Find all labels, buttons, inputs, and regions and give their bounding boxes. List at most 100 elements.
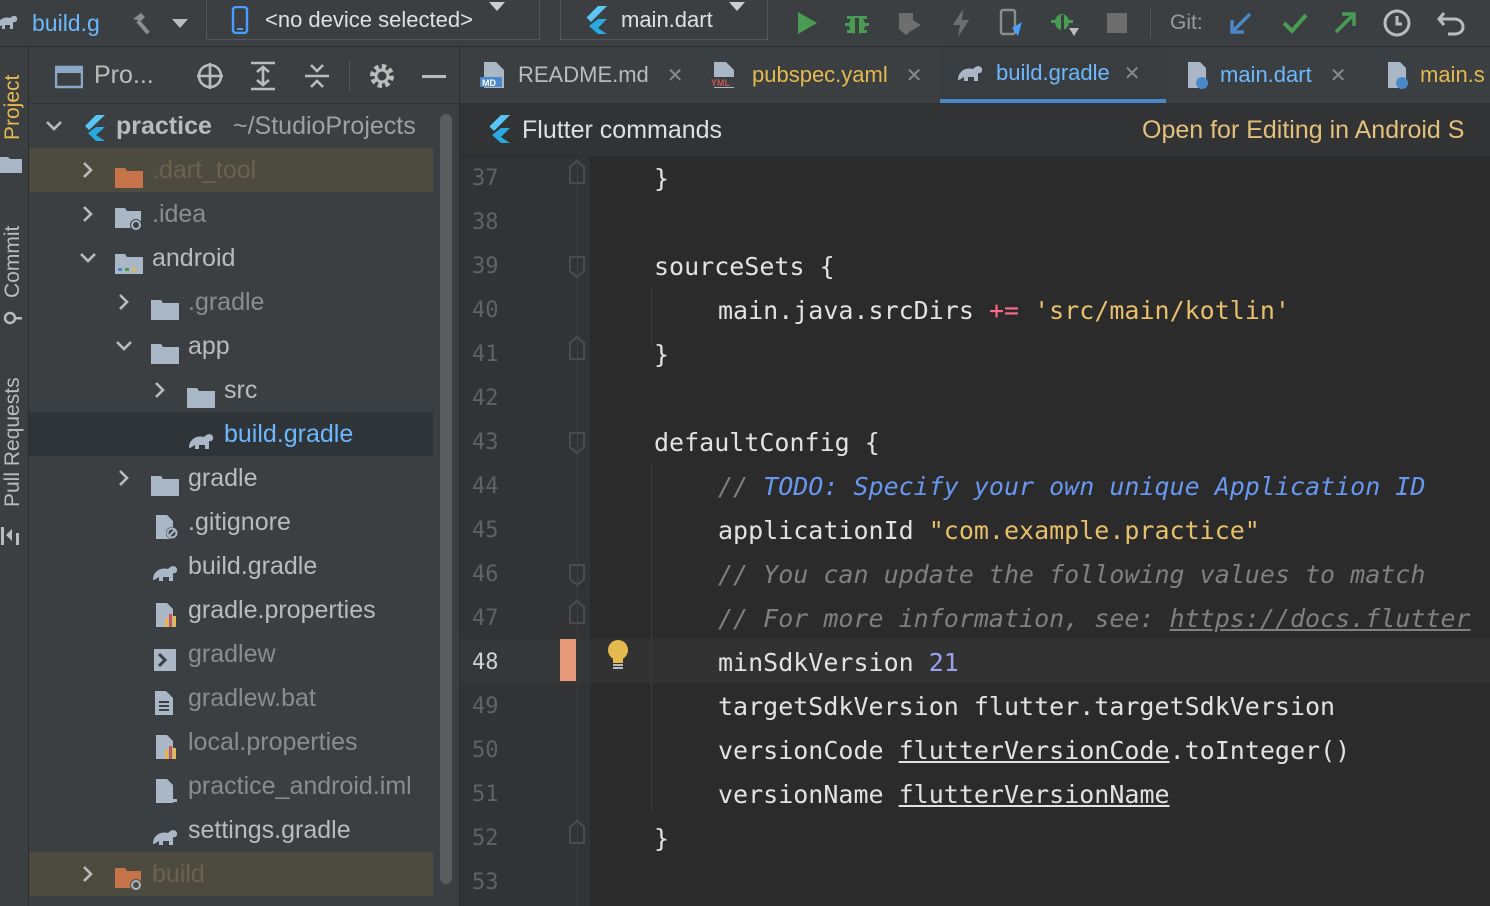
tab-pubspec[interactable]: YML pubspec.yaml ✕ — [710, 47, 923, 103]
tree-item-app-build-gradle[interactable]: build.gradle — [29, 412, 433, 456]
chevron-right-icon[interactable] — [77, 852, 99, 896]
open-in-android-studio-link[interactable]: Open for Editing in Android S — [1142, 104, 1464, 156]
chevron-right-icon[interactable] — [113, 280, 135, 324]
close-icon[interactable]: ✕ — [1124, 61, 1141, 86]
chevron-right-icon[interactable] — [77, 192, 99, 236]
chevron-down-icon[interactable] — [113, 324, 135, 368]
tab-build-gradle[interactable]: build.gradle ✕ — [940, 47, 1166, 103]
chevron-right-icon[interactable] — [113, 456, 135, 500]
tree-item-android-build-gradle[interactable]: build.gradle — [29, 544, 433, 588]
current-file-breadcrumb[interactable]: build.g — [32, 0, 100, 46]
git-update-arrow-icon[interactable] — [1224, 6, 1258, 40]
debug-bug-icon[interactable] — [840, 6, 874, 40]
scrollbar-thumb[interactable] — [440, 114, 452, 884]
chevron-right-icon[interactable] — [77, 148, 99, 192]
git-commit-check-icon[interactable] — [1278, 6, 1312, 40]
code-line-48[interactable]: minSdkVersion 21 — [718, 641, 959, 685]
tree-item-practice-android-iml[interactable]: practice_android.iml — [29, 764, 433, 808]
tree-item-local-properties[interactable]: local.properties — [29, 720, 433, 764]
tool-tab-project[interactable]: Project — [0, 57, 27, 157]
tree-item-app[interactable]: app — [29, 324, 433, 368]
code-line-39[interactable]: sourceSets { — [654, 245, 835, 289]
close-icon[interactable]: ✕ — [906, 63, 923, 88]
code-line-45[interactable]: applicationId "com.example.practice" — [718, 509, 1260, 553]
tree-item-dart-tool[interactable]: .dart_tool — [29, 148, 433, 192]
code-token: .toInteger() — [1169, 736, 1351, 765]
code-token: minSdkVersion — [718, 648, 929, 677]
code-line-50[interactable]: versionCode flutterVersionCode.toInteger… — [718, 729, 1350, 773]
attach-debugger-icon[interactable] — [1048, 6, 1082, 40]
hot-reload-lightning-icon[interactable] — [944, 6, 978, 40]
tree-item-build[interactable]: build — [29, 852, 433, 896]
collapse-all-icon[interactable] — [303, 61, 331, 96]
code-editor[interactable]: 37 38 39 40 41 42 43 44 45 46 47 48 49 5… — [460, 157, 1490, 906]
line-number: 49 — [472, 694, 499, 719]
close-icon[interactable]: ✕ — [1330, 63, 1347, 88]
apply-changes-device-icon[interactable] — [994, 6, 1028, 40]
device-selector-label: <no device selected> — [265, 6, 473, 32]
code-line-37[interactable]: } — [654, 157, 669, 201]
tree-item-src[interactable]: src — [29, 368, 433, 412]
code-link[interactable]: https://docs.flutter — [1170, 604, 1471, 633]
editor-tabs: MD README.md ✕ YML pubspec.yaml ✕ build.… — [460, 47, 1490, 104]
gear-icon[interactable] — [367, 61, 397, 96]
tool-tab-pull-requests[interactable]: Pull Requests — [0, 367, 27, 517]
tree-item-settings-gradle[interactable]: settings.gradle — [29, 808, 433, 852]
tree-item-gradlew[interactable]: gradlew — [29, 632, 433, 676]
close-icon[interactable]: ✕ — [667, 63, 684, 88]
git-push-arrow-icon[interactable] — [1328, 6, 1362, 40]
code-token: } — [654, 164, 670, 193]
main-toolbar: build.g <no device selected> main.dart G… — [0, 0, 1490, 47]
line-number: 53 — [472, 870, 499, 895]
tree-item-gitignore[interactable]: .gitignore — [29, 500, 433, 544]
properties-file-icon — [153, 598, 179, 627]
tree-item-gradle-properties[interactable]: gradle.properties — [29, 588, 433, 632]
tree-item-label: app — [188, 332, 230, 360]
run-play-icon[interactable] — [790, 6, 824, 40]
code-number: 21 — [928, 648, 959, 677]
code-line-44[interactable]: // TODO: Specify your own unique Applica… — [718, 465, 1425, 509]
code-line-52[interactable]: } — [654, 817, 669, 861]
lightbulb-icon[interactable] — [606, 639, 630, 675]
tool-tab-commit[interactable]: Commit — [0, 217, 27, 307]
locate-crosshair-icon[interactable] — [195, 61, 225, 96]
tab-main-dart[interactable]: main.dart ✕ — [1184, 47, 1346, 103]
code-line-41[interactable]: } — [654, 333, 669, 377]
tree-item-gradlew-bat[interactable]: gradlew.bat — [29, 676, 433, 720]
device-selector[interactable]: <no device selected> — [206, 0, 540, 40]
code-line-47[interactable]: // For more information, see: https://do… — [718, 597, 1471, 641]
history-clock-icon[interactable] — [1380, 6, 1414, 40]
chevron-down-icon[interactable] — [43, 104, 65, 148]
stop-icon[interactable] — [1100, 6, 1134, 40]
tab-label: main.dart — [1220, 62, 1312, 87]
tree-item-gradle-folder[interactable]: gradle — [29, 456, 433, 500]
chevron-down-icon[interactable] — [77, 236, 99, 280]
build-menu-chevron-down-icon[interactable] — [172, 0, 188, 46]
run-config-selector[interactable]: main.dart — [560, 0, 768, 40]
line-number: 51 — [472, 782, 499, 807]
run-with-coverage-icon[interactable] — [892, 6, 926, 40]
tree-item-idea[interactable]: .idea — [29, 192, 433, 236]
flutter-icon — [486, 114, 512, 149]
code-line-51[interactable]: versionName flutterVersionName — [718, 773, 1170, 817]
build-hammer-icon[interactable] — [126, 6, 160, 40]
tab-readme[interactable]: MD README.md ✕ — [480, 47, 684, 103]
tree-item-android[interactable]: android — [29, 236, 433, 280]
code-line-40[interactable]: main.java.srcDirs += 'src/main/kotlin' — [718, 289, 1290, 333]
tree-item-dot-gradle[interactable]: .gradle — [29, 280, 433, 324]
project-tree-scrollbar[interactable] — [433, 104, 459, 906]
tree-item-practice[interactable]: practice ~/StudioProjects — [29, 104, 433, 148]
code-line-46[interactable]: // You can update the following values t… — [718, 553, 1425, 597]
code-line-49[interactable]: targetSdkVersion flutter.targetSdkVersio… — [718, 685, 1335, 729]
line-number: 47 — [472, 606, 499, 631]
rollback-undo-icon[interactable] — [1434, 6, 1468, 40]
code-line-43[interactable]: defaultConfig { — [654, 421, 880, 465]
minimize-icon[interactable] — [422, 75, 446, 78]
tree-item-label: gradle — [188, 464, 258, 492]
tab-main-s[interactable]: main.s — [1384, 47, 1485, 103]
project-view-selector[interactable]: Pro... — [94, 47, 154, 103]
chevron-right-icon[interactable] — [149, 368, 171, 412]
expand-all-icon[interactable] — [249, 61, 277, 96]
line-number: 52 — [472, 826, 499, 851]
svg-text:MD: MD — [482, 78, 496, 88]
